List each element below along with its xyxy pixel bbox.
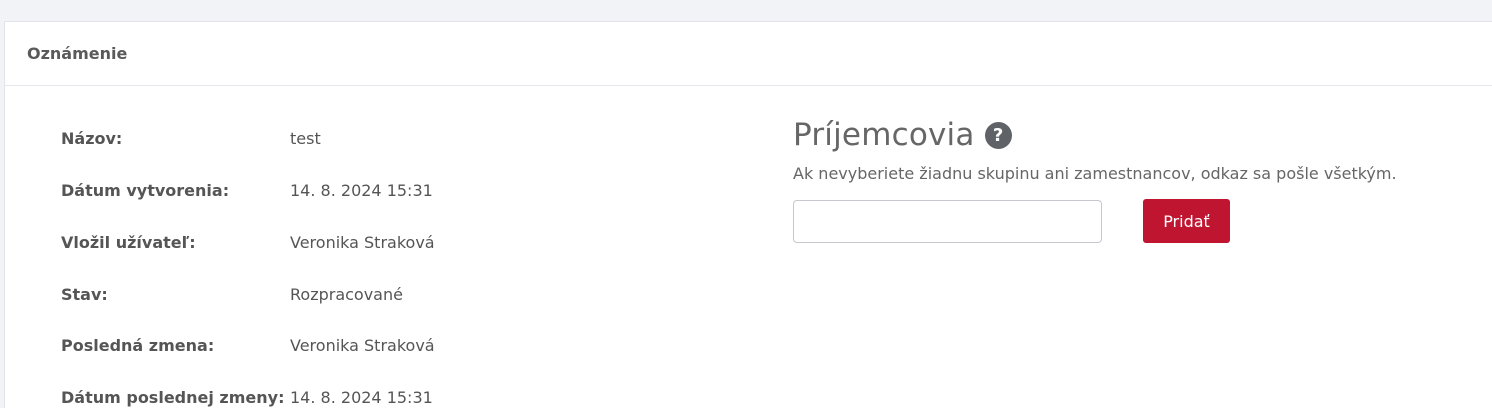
detail-row-name: Názov: test — [61, 126, 321, 150]
recipient-search-input[interactable] — [793, 199, 1102, 243]
detail-row-created-by: Vložil užívateľ: Veronika Straková — [61, 230, 435, 254]
detail-value: 14. 8. 2024 15:31 — [290, 387, 433, 407]
recipients-controls: Pridať — [793, 199, 1397, 243]
detail-value: Veronika Straková — [290, 335, 435, 355]
detail-value: Rozpracované — [290, 284, 403, 304]
recipients-title-row: Príjemcovia ? — [793, 115, 1397, 155]
detail-label: Názov: — [61, 128, 123, 148]
detail-label: Dátum vytvorenia: — [61, 180, 230, 200]
detail-label: Posledná zmena: — [61, 335, 215, 355]
announcement-card: Oznámenie Názov: test Dátum vytvorenia: … — [4, 21, 1492, 408]
detail-row-status: Stav: Rozpracované — [61, 282, 403, 306]
detail-value: Veronika Straková — [290, 232, 435, 252]
detail-row-last-change: Posledná zmena: Veronika Straková — [61, 333, 435, 357]
help-icon[interactable]: ? — [984, 121, 1012, 149]
card-title: Oznámenie — [27, 44, 128, 63]
add-button[interactable]: Pridať — [1143, 199, 1230, 243]
detail-row-last-change-date: Dátum poslednej zmeny: 14. 8. 2024 15:31 — [61, 385, 433, 408]
detail-label: Dátum poslednej zmeny: — [61, 387, 285, 407]
detail-value: test — [290, 128, 321, 148]
recipients-hint: Ak nevyberiete žiadnu skupinu ani zamest… — [793, 164, 1397, 183]
detail-label: Vložil užívateľ: — [61, 232, 196, 252]
detail-label: Stav: — [61, 284, 108, 304]
page: Oznámenie Názov: test Dátum vytvorenia: … — [0, 0, 1492, 408]
recipients-section: Príjemcovia ? Ak nevyberiete žiadnu skup… — [793, 115, 1397, 243]
recipients-title: Príjemcovia — [793, 117, 975, 153]
detail-row-created-date: Dátum vytvorenia: 14. 8. 2024 15:31 — [61, 178, 433, 202]
card-header: Oznámenie — [5, 22, 1492, 86]
detail-value: 14. 8. 2024 15:31 — [290, 180, 433, 200]
